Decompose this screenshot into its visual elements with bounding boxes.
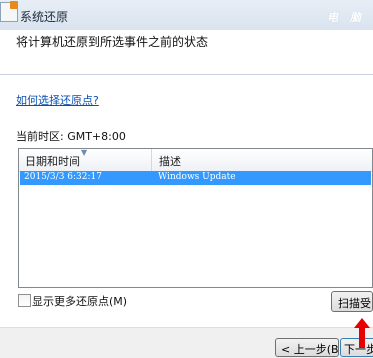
- timezone-label: 当前时区: GMT+8:00: [16, 130, 126, 143]
- page-heading: 将计算机还原到所选事件之前的状态: [16, 35, 209, 49]
- restore-point-list[interactable]: ▼ 日期和时间 描述 2015/3/3 6:32:17 Windows Upda…: [18, 148, 373, 288]
- system-restore-icon: [0, 1, 18, 22]
- watermark: 电 脑: [327, 11, 365, 24]
- window-title: 系统还原: [20, 10, 69, 24]
- column-divider[interactable]: [151, 149, 152, 171]
- scan-button[interactable]: 扫描受: [331, 291, 373, 312]
- header-divider: [0, 74, 373, 75]
- column-header-description[interactable]: 描述: [159, 153, 181, 169]
- list-row[interactable]: 2015/3/3 6:32:17 Windows Update: [20, 171, 371, 185]
- help-link[interactable]: 如何选择还原点?: [16, 92, 99, 108]
- row-date: 2015/3/3 6:32:17: [24, 172, 102, 182]
- show-more-label: 显示更多还原点(M): [32, 295, 128, 308]
- list-header: ▼ 日期和时间 描述: [19, 148, 372, 172]
- title-bar: 系统还原 电 脑: [0, 0, 373, 30]
- column-header-date[interactable]: 日期和时间: [25, 153, 80, 169]
- checkbox-box[interactable]: [18, 294, 31, 307]
- back-button[interactable]: < 上一步(B): [275, 338, 339, 357]
- sort-arrow-icon: ▼: [81, 148, 88, 157]
- row-description: Windows Update: [158, 172, 236, 182]
- red-arrow-annotation-icon: [354, 318, 370, 348]
